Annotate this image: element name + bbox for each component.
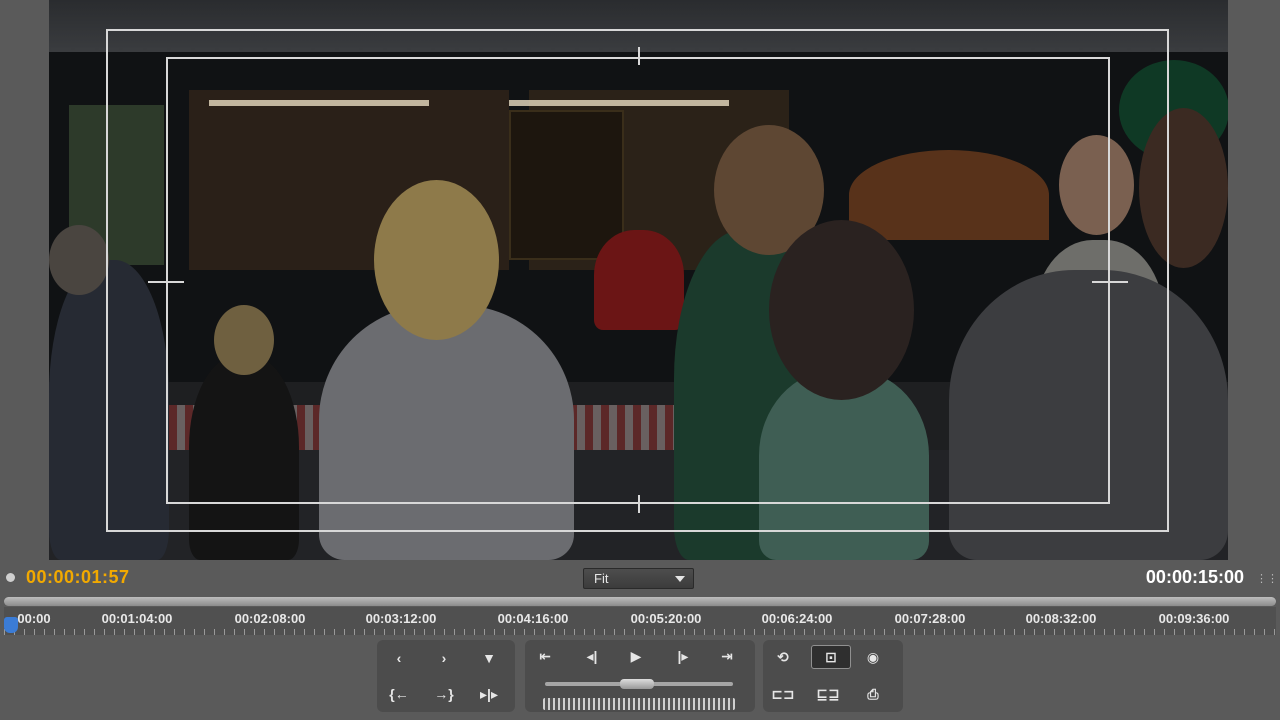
chevron-down-icon xyxy=(675,576,685,582)
overlay-icon[interactable]: ⊑⊒ xyxy=(814,683,842,705)
zoom-scroll-bar[interactable] xyxy=(4,597,1276,606)
ruler-label: 00:06:24:00 xyxy=(761,611,833,626)
ruler-label: 00:03:12:00 xyxy=(365,611,437,626)
output-icon[interactable]: ◉ xyxy=(859,646,887,668)
shuttle-knob[interactable] xyxy=(620,679,654,689)
edit-controls: ⟲ ⊡ ◉ ⊏⊐ ⊑⊒ ⎙ xyxy=(763,640,903,712)
jog-wheel[interactable] xyxy=(543,698,735,710)
safe-center-tick xyxy=(638,495,640,513)
resize-handle-icon[interactable]: ⋮⋮ xyxy=(1256,572,1278,585)
ruler-label: 00:05:20:00 xyxy=(630,611,702,626)
playhead[interactable] xyxy=(4,617,18,633)
export-frame-icon[interactable]: ⎙ xyxy=(859,683,887,705)
title-safe-margin xyxy=(166,57,1110,504)
mark-out-icon[interactable]: › xyxy=(430,647,458,669)
ruler-ticks xyxy=(4,629,1276,635)
playback-controls: ⇤ ◂| ▶ |▸ ⇥ xyxy=(525,640,755,712)
time-ruler[interactable]: 00:00 00:01:04:00 00:02:08:00 00:03:12:0… xyxy=(4,607,1276,635)
go-to-out-icon[interactable]: →} xyxy=(430,683,458,705)
play-in-to-out-icon[interactable]: ▸|▸ xyxy=(475,683,503,705)
marker-controls: ‹ › ▼ {← →} ▸|▸ xyxy=(377,640,515,712)
step-forward-icon[interactable]: |▸ xyxy=(669,645,697,667)
person-head xyxy=(49,225,109,295)
go-to-in-icon[interactable]: {← xyxy=(385,683,413,705)
ruler-label: 00:01:04:00 xyxy=(101,611,173,626)
zoom-select[interactable]: Fit xyxy=(583,568,694,589)
marker-dot-icon[interactable] xyxy=(6,573,15,582)
ruler-label: 00:00 xyxy=(17,611,51,626)
safe-center-tick xyxy=(1092,281,1128,283)
insert-icon[interactable]: ⊏⊐ xyxy=(769,683,797,705)
go-to-previous-edit-icon[interactable]: ⇤ xyxy=(531,645,559,667)
ruler-label: 00:02:08:00 xyxy=(234,611,306,626)
ruler-label: 00:09:36:00 xyxy=(1158,611,1230,626)
loop-icon[interactable]: ⟲ xyxy=(769,646,797,668)
current-timecode[interactable]: 00:00:01:57 xyxy=(26,567,130,588)
mark-in-icon[interactable]: ‹ xyxy=(385,647,413,669)
add-marker-icon[interactable]: ▼ xyxy=(475,647,503,669)
safe-margins-icon[interactable]: ⊡ xyxy=(811,645,851,669)
play-icon[interactable]: ▶ xyxy=(622,645,650,667)
step-back-icon[interactable]: ◂| xyxy=(578,645,606,667)
ruler-label: 00:08:32:00 xyxy=(1025,611,1097,626)
safe-center-tick xyxy=(638,47,640,65)
video-frame xyxy=(49,0,1228,560)
go-to-next-edit-icon[interactable]: ⇥ xyxy=(713,645,741,667)
ruler-label: 00:07:28:00 xyxy=(894,611,966,626)
ruler-label: 00:04:16:00 xyxy=(497,611,569,626)
duration-timecode: 00:00:15:00 xyxy=(1145,567,1244,587)
zoom-select-value: Fit xyxy=(594,571,609,586)
safe-center-tick xyxy=(148,281,184,283)
